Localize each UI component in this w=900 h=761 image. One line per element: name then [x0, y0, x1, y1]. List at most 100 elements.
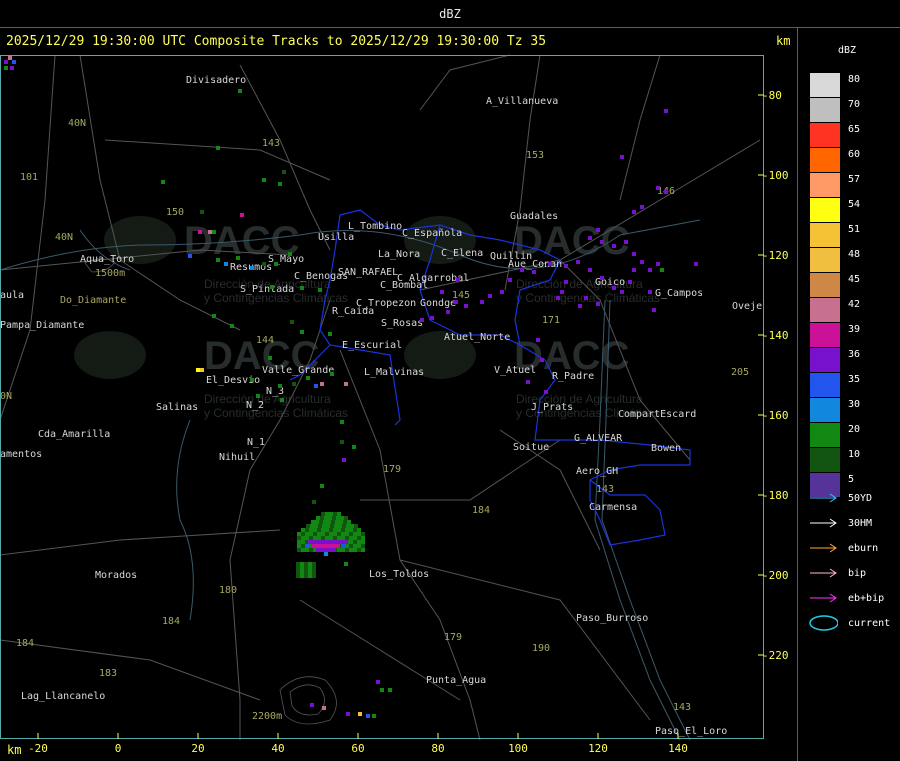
echo-pixel [328, 516, 332, 520]
echo-pixel [308, 566, 312, 570]
echo-pixel [632, 268, 636, 272]
svg-text:179: 179 [383, 464, 401, 475]
echo-pixel [620, 290, 624, 294]
svg-text:Gondge: Gondge [420, 298, 456, 309]
echo-pixel [349, 528, 353, 532]
echo-pixel [300, 566, 304, 570]
echo-pixel [596, 228, 600, 232]
svg-text:Goico: Goico [595, 277, 625, 288]
svg-text:Aero_GH: Aero_GH [576, 466, 618, 477]
echo-pixel [354, 524, 358, 528]
track-label: eb+bip [848, 593, 885, 604]
echo-pixel [628, 280, 632, 284]
svg-text:180: 180 [219, 585, 237, 596]
echo-pixel [301, 544, 305, 548]
echo-pixel [320, 382, 324, 386]
echo-pixel [353, 536, 357, 540]
legend-swatch [810, 198, 840, 222]
svg-text:Do_Diamante: Do_Diamante [60, 295, 126, 306]
svg-text:A_Villanueva: A_Villanueva [486, 96, 558, 107]
echo-pixel [8, 56, 12, 60]
legend-swatch [810, 323, 840, 347]
echo-pixel [353, 544, 357, 548]
echo-pixel [352, 445, 356, 449]
echo-pixel [344, 382, 348, 386]
echo-pixel [301, 540, 305, 544]
y-tick-label: -80 [762, 89, 782, 102]
echo-pixel [544, 390, 548, 394]
echo-pixel [309, 528, 313, 532]
svg-text:179: 179 [444, 632, 462, 643]
echo-pixel [337, 512, 341, 516]
echo-pixel [357, 536, 361, 540]
svg-text:184: 184 [472, 505, 490, 516]
echo-pixel [297, 532, 301, 536]
echo-pixel [313, 532, 317, 536]
echo-pixel [310, 703, 314, 707]
echo-pixel [319, 520, 323, 524]
echo-pixel [440, 290, 444, 294]
echo-pixel [508, 278, 512, 282]
legend-level-label: 42 [848, 299, 861, 310]
echo-pixel [316, 540, 320, 544]
echo-pixel [325, 528, 329, 532]
echo-pixel [297, 540, 301, 544]
echo-pixel [321, 512, 325, 516]
echo-pixel [532, 270, 536, 274]
plot-frame [0, 55, 764, 739]
echo-pixel [349, 532, 353, 536]
echo-pixel [340, 420, 344, 424]
svg-text:amentos: amentos [0, 449, 42, 460]
echo-pixel [310, 524, 314, 528]
echo-pixel [337, 536, 341, 540]
y-tick-label: -120 [762, 249, 789, 262]
echo-pixel [318, 288, 322, 292]
echo-pixel [315, 520, 319, 524]
echo-pixel [306, 376, 310, 380]
svg-text:Bowen: Bowen [651, 443, 681, 454]
echo-pixel [305, 528, 309, 532]
svg-text:CompartEscard: CompartEscard [618, 409, 696, 420]
echo-pixel [230, 324, 234, 328]
svg-text:Guadales: Guadales [510, 211, 558, 222]
svg-text:171: 171 [542, 315, 560, 326]
svg-text:Soitue: Soitue [513, 442, 549, 453]
legend-level-label: 20 [848, 424, 861, 435]
echo-pixel [288, 252, 292, 256]
echo-pixel [306, 544, 310, 548]
echo-pixel [188, 254, 192, 258]
echo-pixel [308, 574, 312, 578]
echo-pixel [343, 520, 347, 524]
svg-text:Lag_Llancanelo: Lag_Llancanelo [21, 691, 105, 702]
svg-text:Nihuil: Nihuil [219, 452, 255, 463]
echo-pixel [250, 378, 254, 382]
echo-pixel [620, 155, 624, 159]
y-tick-label: -220 [762, 649, 789, 662]
legend-swatch [810, 298, 840, 322]
echo-pixel [600, 240, 604, 244]
echo-pixel [357, 532, 361, 536]
echo-pixel [330, 372, 334, 376]
x-tick-label: 0 [115, 742, 122, 755]
echo-pixel [361, 540, 365, 544]
echo-pixel [305, 536, 309, 540]
svg-text:Pampa_Diamante: Pampa_Diamante [0, 320, 84, 331]
echo-pixel [664, 190, 668, 194]
echo-pixel [297, 544, 301, 548]
radar-map[interactable]: DACC Dirección de Agricultura y Continge… [0, 28, 797, 761]
echo-pixel [296, 562, 300, 566]
echo-pixel [342, 458, 346, 462]
echo-pixel [596, 302, 600, 306]
echo-pixel [361, 532, 365, 536]
echo-pixel [325, 532, 329, 536]
echo-pixel [536, 338, 540, 342]
echo-pixel [208, 230, 212, 234]
legend-swatch [810, 448, 840, 472]
echo-pixel [341, 548, 345, 552]
svg-text:183: 183 [99, 668, 117, 679]
legend-swatch [810, 398, 840, 422]
echo-pixel [262, 178, 266, 182]
y-tick-label: -180 [762, 489, 789, 502]
svg-text:144: 144 [256, 335, 274, 346]
echo-pixel [317, 536, 321, 540]
